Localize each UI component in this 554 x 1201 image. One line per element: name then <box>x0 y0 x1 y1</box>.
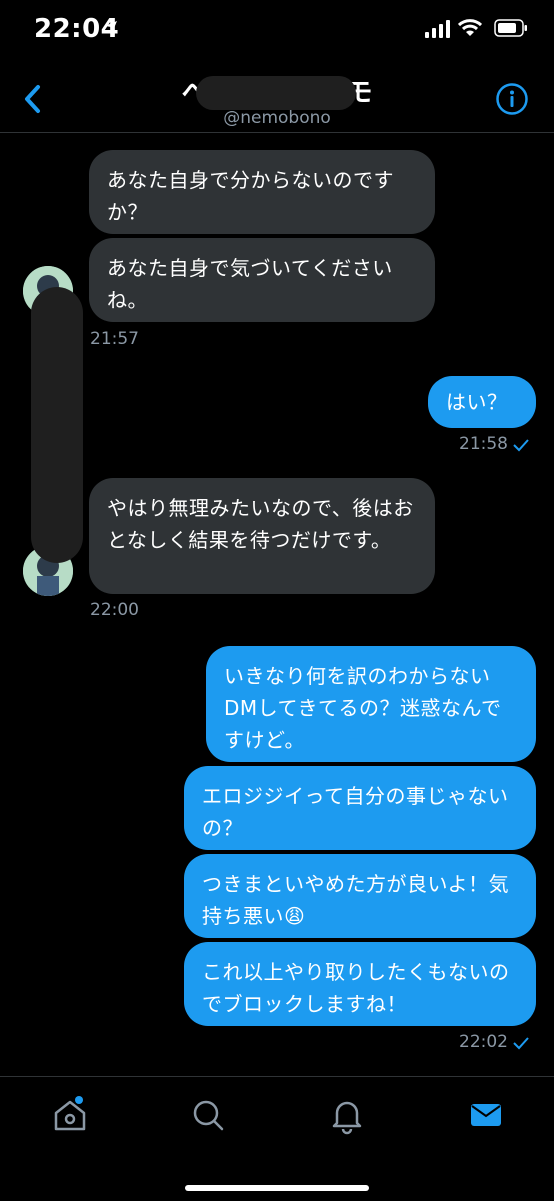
wifi-icon <box>458 19 482 36</box>
cellular-signal-icon <box>425 20 450 38</box>
location-arrow-icon <box>105 21 117 33</box>
notifications-icon[interactable] <box>327 1095 367 1135</box>
outgoing-message[interactable]: はい？ <box>428 376 536 428</box>
conversation-handle: @nemobono <box>223 108 331 128</box>
back-icon[interactable] <box>18 82 48 116</box>
status-bar: 22:04 <box>0 0 554 60</box>
info-icon[interactable] <box>495 82 529 116</box>
search-icon[interactable] <box>188 1095 228 1135</box>
incoming-message[interactable]: あなた自身で分からないのですか？ <box>89 150 435 234</box>
outgoing-message[interactable]: エロジジイって自分の事じゃないの？ <box>184 766 536 850</box>
read-check-icon <box>513 1037 529 1050</box>
message-timestamp: 22:02 <box>459 1032 508 1052</box>
incoming-message[interactable]: あなた自身で気づいてくださいね。 <box>89 238 435 322</box>
battery-icon <box>494 19 527 37</box>
messages-icon[interactable] <box>466 1095 506 1135</box>
redaction-avatar <box>31 287 83 563</box>
home-indicator[interactable] <box>185 1185 369 1191</box>
read-check-icon <box>513 439 529 452</box>
outgoing-message[interactable]: これ以上やり取りしたくもないのでブロックしますね！ <box>184 942 536 1026</box>
tab-bar <box>0 1076 554 1201</box>
outgoing-message[interactable]: いきなり何を訳のわからないDMしてきてるの？迷惑なんですけど。 <box>206 646 536 762</box>
message-timestamp: 21:58 <box>459 434 508 454</box>
incoming-message[interactable]: やはり無理みたいなので、後はおとなしく結果を待つだけです。 <box>89 478 435 594</box>
home-icon[interactable] <box>50 1095 90 1135</box>
redaction-title <box>196 76 356 110</box>
message-timestamp: 21:57 <box>90 329 139 349</box>
outgoing-message[interactable]: つきまといやめた方が良いよ！気持ち悪い😩 <box>184 854 536 938</box>
message-timestamp: 22:00 <box>90 600 139 620</box>
